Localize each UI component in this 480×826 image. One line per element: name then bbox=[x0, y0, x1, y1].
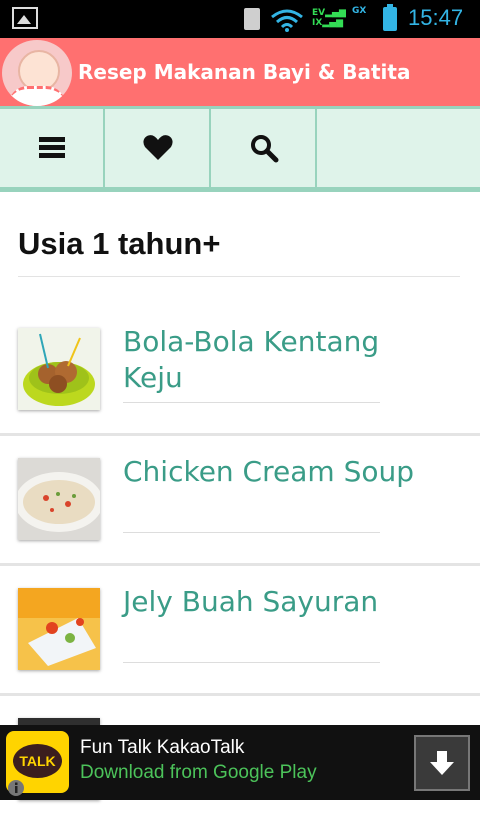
search-button[interactable] bbox=[212, 109, 317, 187]
divider bbox=[123, 402, 380, 403]
menu-icon bbox=[38, 137, 65, 158]
toolbar bbox=[0, 106, 480, 192]
recipe-title: Jely Buah Sayuran bbox=[123, 585, 379, 618]
app-title: Resep Makanan Bayi & Batita bbox=[78, 60, 411, 84]
menu-button[interactable] bbox=[0, 109, 105, 187]
recipe-title: Bola-Bola Kentang Keju bbox=[123, 325, 380, 394]
sd-card-icon bbox=[244, 8, 260, 30]
status-bar: EV▂▄▆ IX▂▄▆ GX 15:47 bbox=[0, 0, 480, 38]
divider bbox=[123, 532, 380, 533]
recipe-title: Chicken Cream Soup bbox=[123, 455, 414, 488]
search-icon bbox=[250, 135, 278, 163]
divider bbox=[123, 662, 380, 663]
status-time: 15:47 bbox=[408, 5, 464, 30]
recipe-item[interactable]: Jely Buah Sayuran bbox=[0, 566, 480, 696]
recipe-thumbnail bbox=[18, 328, 100, 410]
wifi-icon bbox=[271, 9, 303, 32]
image-notification-icon bbox=[12, 7, 38, 29]
download-button[interactable] bbox=[414, 735, 470, 791]
section-title: Usia 1 tahun+ bbox=[18, 226, 221, 261]
signal-icon-2: GX bbox=[352, 6, 367, 16]
ad-title: Fun Talk KakaoTalk bbox=[80, 737, 245, 758]
heart-icon bbox=[142, 135, 173, 160]
favorites-button[interactable] bbox=[106, 109, 211, 187]
baby-logo bbox=[2, 40, 72, 106]
signal-icon-1: EV▂▄▆ IX▂▄▆ bbox=[312, 8, 346, 28]
recipe-thumbnail bbox=[18, 458, 100, 540]
ad-info-icon[interactable] bbox=[6, 778, 26, 798]
recipe-item[interactable]: Chicken Cream Soup bbox=[0, 436, 480, 566]
battery-icon bbox=[383, 4, 397, 31]
recipe-item[interactable]: Bola-Bola Kentang Keju bbox=[0, 306, 480, 436]
recipe-thumbnail bbox=[18, 588, 100, 670]
divider bbox=[18, 276, 460, 277]
download-arrow-icon bbox=[430, 751, 454, 775]
ad-banner[interactable]: TALK Fun Talk KakaoTalk Download from Go… bbox=[0, 725, 480, 800]
ad-subtitle: Download from Google Play bbox=[80, 762, 317, 783]
